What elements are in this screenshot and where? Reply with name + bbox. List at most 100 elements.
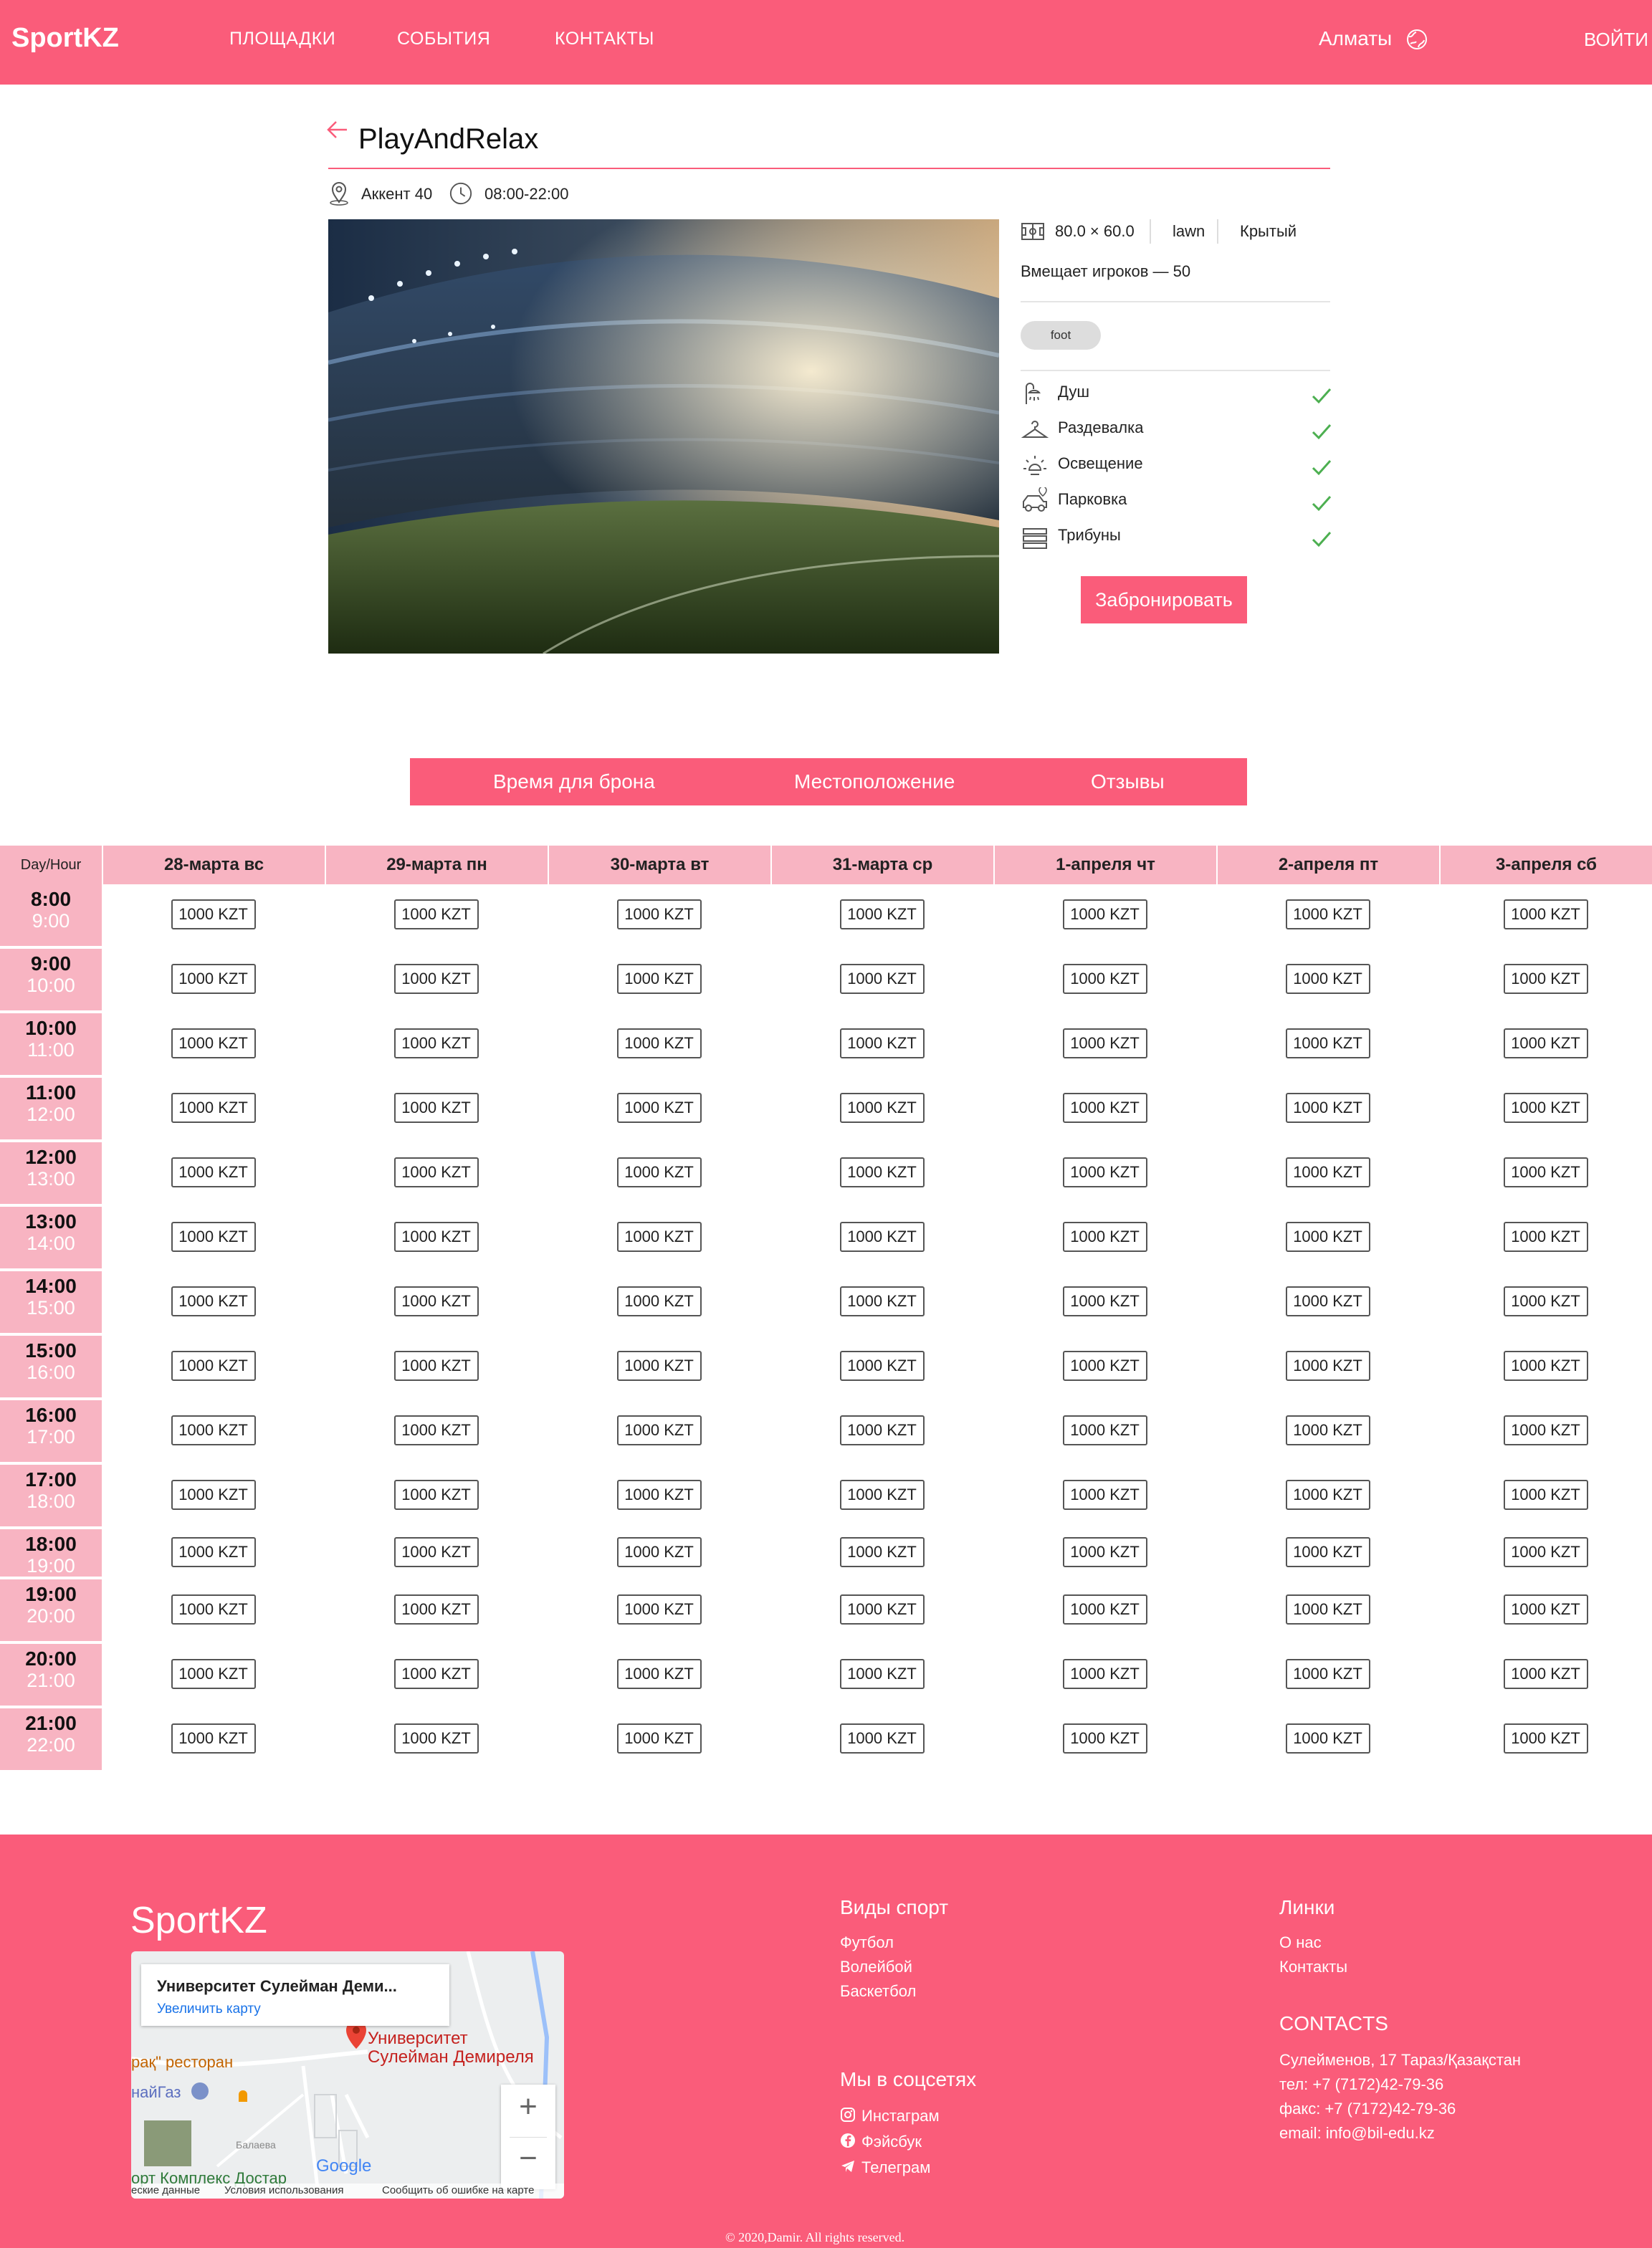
price-slot-button[interactable]: 1000 KZT [1503,1157,1588,1187]
price-slot-button[interactable]: 1000 KZT [1503,1415,1588,1445]
price-slot-button[interactable]: 1000 KZT [1285,1157,1370,1187]
zoom-out-button[interactable]: − [501,2141,555,2176]
price-slot-button[interactable]: 1000 KZT [1062,1537,1147,1567]
price-slot-button[interactable]: 1000 KZT [616,899,702,929]
tab-booking-time[interactable]: Время для брона [493,770,655,793]
price-slot-button[interactable]: 1000 KZT [1285,964,1370,994]
nav-contacts[interactable]: КОНТАКТЫ [555,29,654,49]
price-slot-button[interactable]: 1000 KZT [616,1351,702,1381]
price-slot-button[interactable]: 1000 KZT [393,1480,479,1510]
price-slot-button[interactable]: 1000 KZT [1062,1222,1147,1252]
price-slot-button[interactable]: 1000 KZT [839,1157,925,1187]
tab-location[interactable]: Местоположение [794,770,955,793]
price-slot-button[interactable]: 1000 KZT [1062,1093,1147,1123]
price-slot-button[interactable]: 1000 KZT [1062,899,1147,929]
price-slot-button[interactable]: 1000 KZT [171,964,256,994]
price-slot-button[interactable]: 1000 KZT [616,1222,702,1252]
price-slot-button[interactable]: 1000 KZT [616,1415,702,1445]
price-slot-button[interactable]: 1000 KZT [1062,1286,1147,1316]
price-slot-button[interactable]: 1000 KZT [1062,1351,1147,1381]
price-slot-button[interactable]: 1000 KZT [1503,1222,1588,1252]
price-slot-button[interactable]: 1000 KZT [839,964,925,994]
price-slot-button[interactable]: 1000 KZT [839,1351,925,1381]
price-slot-button[interactable]: 1000 KZT [393,1286,479,1316]
globe-icon[interactable] [1406,29,1428,50]
price-slot-button[interactable]: 1000 KZT [1285,1415,1370,1445]
login-link[interactable]: ВОЙТИ [1584,29,1648,51]
sport-tag[interactable]: foot [1021,321,1101,350]
city-selector[interactable]: Алматы [1319,27,1392,50]
price-slot-button[interactable]: 1000 KZT [1062,1594,1147,1625]
price-slot-button[interactable]: 1000 KZT [1062,1659,1147,1689]
price-slot-button[interactable]: 1000 KZT [839,1093,925,1123]
price-slot-button[interactable]: 1000 KZT [1062,1723,1147,1754]
price-slot-button[interactable]: 1000 KZT [171,899,256,929]
price-slot-button[interactable]: 1000 KZT [1503,1093,1588,1123]
price-slot-button[interactable]: 1000 KZT [839,1415,925,1445]
price-slot-button[interactable]: 1000 KZT [171,1594,256,1625]
price-slot-button[interactable]: 1000 KZT [393,1659,479,1689]
price-slot-button[interactable]: 1000 KZT [171,1286,256,1316]
price-slot-button[interactable]: 1000 KZT [1503,1028,1588,1058]
price-slot-button[interactable]: 1000 KZT [616,1028,702,1058]
tab-reviews[interactable]: Отзывы [1091,770,1165,793]
price-slot-button[interactable]: 1000 KZT [1503,1286,1588,1316]
price-slot-button[interactable]: 1000 KZT [839,1028,925,1058]
price-slot-button[interactable]: 1000 KZT [1503,1723,1588,1754]
price-slot-button[interactable]: 1000 KZT [393,1222,479,1252]
footer-logo[interactable]: SportKZ [130,1899,267,1942]
contact-email[interactable]: email: info@bil-edu.kz [1279,2124,1435,2143]
price-slot-button[interactable]: 1000 KZT [839,1222,925,1252]
price-slot-button[interactable]: 1000 KZT [839,1286,925,1316]
price-slot-button[interactable]: 1000 KZT [616,1480,702,1510]
price-slot-button[interactable]: 1000 KZT [1285,899,1370,929]
price-slot-button[interactable]: 1000 KZT [1285,1028,1370,1058]
price-slot-button[interactable]: 1000 KZT [616,1659,702,1689]
price-slot-button[interactable]: 1000 KZT [171,1537,256,1567]
price-slot-button[interactable]: 1000 KZT [616,1093,702,1123]
price-slot-button[interactable]: 1000 KZT [1285,1093,1370,1123]
price-slot-button[interactable]: 1000 KZT [839,899,925,929]
price-slot-button[interactable]: 1000 KZT [1503,1537,1588,1567]
price-slot-button[interactable]: 1000 KZT [839,1537,925,1567]
price-slot-button[interactable]: 1000 KZT [616,1594,702,1625]
price-slot-button[interactable]: 1000 KZT [616,1723,702,1754]
price-slot-button[interactable]: 1000 KZT [171,1415,256,1445]
price-slot-button[interactable]: 1000 KZT [1285,1659,1370,1689]
price-slot-button[interactable]: 1000 KZT [171,1222,256,1252]
price-slot-button[interactable]: 1000 KZT [1503,1351,1588,1381]
map-data-link[interactable]: еские данные [131,2184,200,2196]
price-slot-button[interactable]: 1000 KZT [1503,899,1588,929]
facebook-icon[interactable] [840,2133,856,2148]
price-slot-button[interactable]: 1000 KZT [1503,964,1588,994]
price-slot-button[interactable]: 1000 KZT [171,1093,256,1123]
price-slot-button[interactable]: 1000 KZT [1062,1157,1147,1187]
nav-venues[interactable]: ПЛОЩАДКИ [229,29,335,49]
map-terms-link[interactable]: Условия использования [224,2184,344,2196]
price-slot-button[interactable]: 1000 KZT [616,1286,702,1316]
price-slot-button[interactable]: 1000 KZT [1062,1480,1147,1510]
price-slot-button[interactable]: 1000 KZT [171,1659,256,1689]
sport-link-basketball[interactable]: Баскетбол [840,1982,916,2001]
price-slot-button[interactable]: 1000 KZT [393,1723,479,1754]
sport-link-football[interactable]: Футбол [840,1933,894,1952]
instagram-icon[interactable] [840,2107,856,2123]
price-slot-button[interactable]: 1000 KZT [171,1351,256,1381]
price-slot-button[interactable]: 1000 KZT [1062,1028,1147,1058]
social-link-telegram[interactable]: Телеграм [861,2158,930,2177]
price-slot-button[interactable]: 1000 KZT [616,964,702,994]
price-slot-button[interactable]: 1000 KZT [616,1537,702,1567]
price-slot-button[interactable]: 1000 KZT [393,1594,479,1625]
price-slot-button[interactable]: 1000 KZT [171,1157,256,1187]
book-button[interactable]: Забронировать [1081,576,1247,623]
price-slot-button[interactable]: 1000 KZT [1503,1594,1588,1625]
price-slot-button[interactable]: 1000 KZT [171,1028,256,1058]
sport-link-volleyball[interactable]: Волейбой [840,1958,912,1976]
price-slot-button[interactable]: 1000 KZT [616,1157,702,1187]
map-enlarge-link[interactable]: Увеличить карту [157,2001,261,2017]
price-slot-button[interactable]: 1000 KZT [1285,1222,1370,1252]
price-slot-button[interactable]: 1000 KZT [393,1028,479,1058]
back-arrow-icon[interactable] [325,118,350,142]
price-slot-button[interactable]: 1000 KZT [393,1537,479,1567]
price-slot-button[interactable]: 1000 KZT [839,1723,925,1754]
